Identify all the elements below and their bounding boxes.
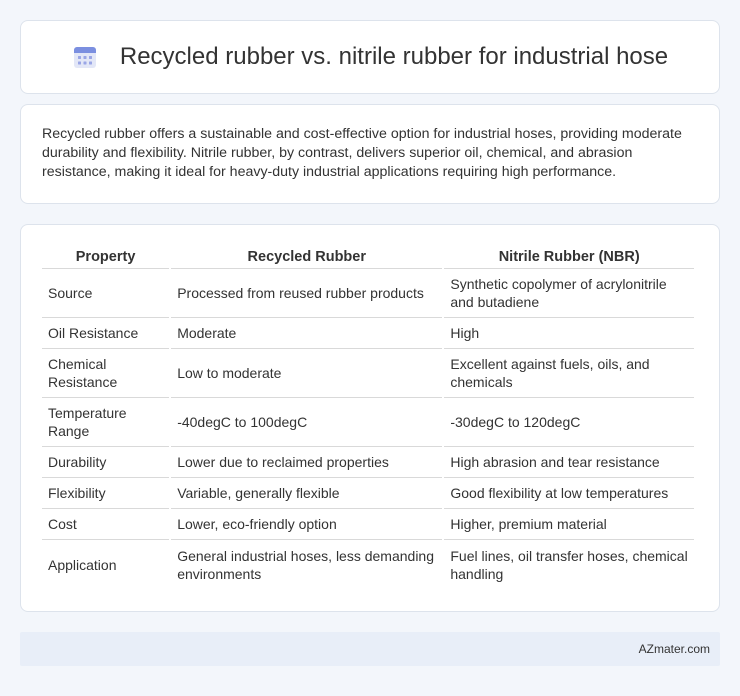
table-cell-recycled: Moderate: [171, 318, 443, 349]
table-row: Chemical Resistance Low to moderate Exce…: [42, 349, 694, 398]
calendar-icon: [73, 47, 96, 68]
table-cell-nitrile: High abrasion and tear resistance: [444, 447, 694, 478]
table-cell-property: Source: [42, 269, 170, 318]
header-nitrile-rubber: Nitrile Rubber (NBR): [444, 245, 694, 269]
comparison-card: Property Recycled Rubber Nitrile Rubber …: [20, 224, 720, 612]
table-row: Durability Lower due to reclaimed proper…: [42, 447, 694, 478]
table-cell-nitrile: Higher, premium material: [444, 509, 694, 540]
title-card: Recycled rubber vs. nitrile rubber for i…: [20, 20, 720, 94]
table-row: Application General industrial hoses, le…: [42, 540, 694, 589]
header-property: Property: [42, 245, 170, 269]
table-cell-property: Cost: [42, 509, 170, 540]
table-cell-nitrile: Synthetic copolymer of acrylonitrile and…: [444, 269, 694, 318]
intro-card: Recycled rubber offers a sustainable and…: [20, 104, 720, 204]
table-cell-property: Oil Resistance: [42, 318, 170, 349]
table-cell-recycled: -40degC to 100degC: [171, 398, 443, 447]
page-title: Recycled rubber vs. nitrile rubber for i…: [119, 43, 669, 70]
table-cell-recycled: Lower, eco-friendly option: [171, 509, 443, 540]
table-cell-recycled: Variable, generally flexible: [171, 478, 443, 509]
footer: AZmater.com: [20, 632, 720, 666]
table-row: Flexibility Variable, generally flexible…: [42, 478, 694, 509]
header-recycled-rubber: Recycled Rubber: [171, 245, 443, 269]
table-cell-recycled: Processed from reused rubber products: [171, 269, 443, 318]
table-cell-recycled: General industrial hoses, less demanding…: [177, 547, 434, 582]
comparison-table: Property Recycled Rubber Nitrile Rubber …: [40, 245, 696, 589]
table-cell-property: Temperature Range: [42, 398, 170, 447]
intro-paragraph: Recycled rubber offers a sustainable and…: [42, 126, 682, 180]
table-row: Cost Lower, eco-friendly option Higher, …: [42, 509, 694, 540]
table-cell-recycled: Low to moderate: [171, 349, 443, 398]
table-cell-recycled: Lower due to reclaimed properties: [171, 447, 443, 478]
table-cell-property: Application: [48, 556, 117, 573]
table-cell-nitrile: Excellent against fuels, oils, and chemi…: [444, 349, 694, 398]
table-cell-nitrile: High: [444, 318, 694, 349]
table-header-row: Property Recycled Rubber Nitrile Rubber …: [42, 245, 694, 269]
table-row: Source Processed from reused rubber prod…: [42, 269, 694, 318]
table-row: Oil Resistance Moderate High: [42, 318, 694, 349]
table-row: Temperature Range -40degC to 100degC -30…: [42, 398, 694, 447]
table-cell-property: Flexibility: [42, 478, 170, 509]
table-cell-nitrile: -30degC to 120degC: [444, 398, 694, 447]
table-cell-property: Chemical Resistance: [42, 349, 170, 398]
table-cell-property: Durability: [42, 447, 170, 478]
table-cell-nitrile: Good flexibility at low temperatures: [444, 478, 694, 509]
table-cell-nitrile: Fuel lines, oil transfer hoses, chemical…: [450, 547, 688, 582]
footer-brand: AZmater.com: [638, 642, 710, 656]
